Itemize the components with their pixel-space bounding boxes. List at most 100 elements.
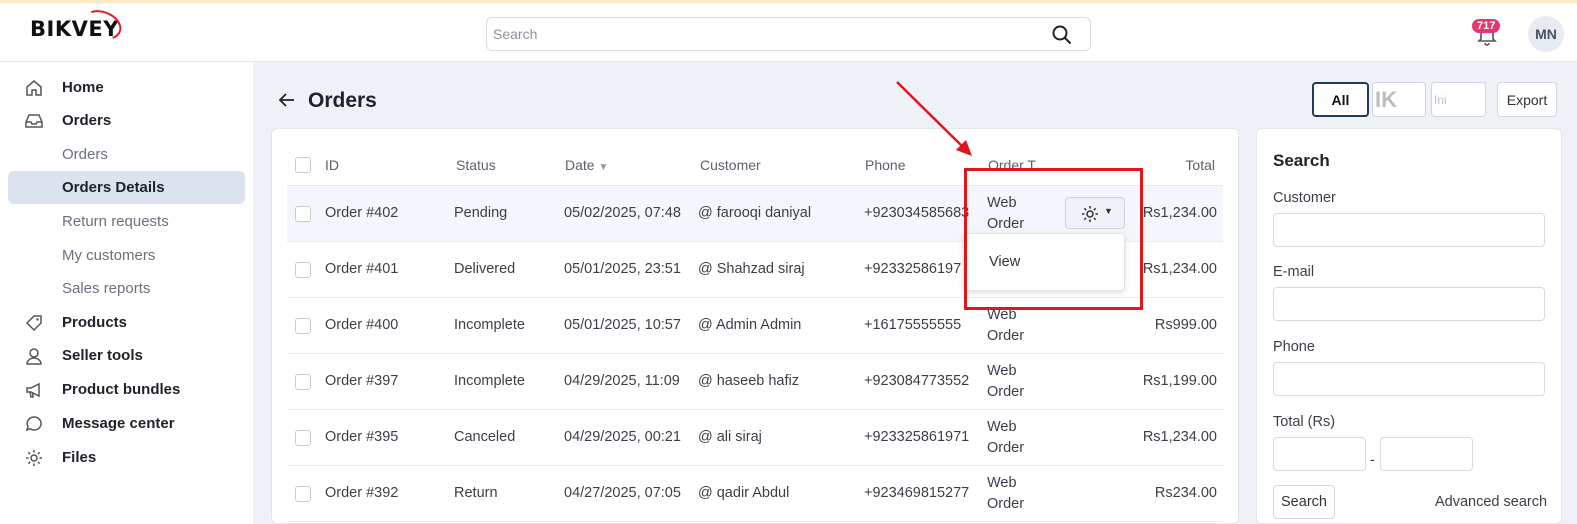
select-all-checkbox[interactable] — [295, 157, 311, 173]
total-min-field[interactable] — [1273, 437, 1366, 471]
order-status: Incomplete — [454, 317, 525, 333]
order-status: Return — [454, 485, 498, 501]
order-date: 04/27/2025, 07:05 — [564, 485, 681, 501]
email-label: E-mail — [1273, 264, 1315, 280]
table-row[interactable]: Order #395 Canceled 04/29/2025, 00:21 @ … — [287, 410, 1223, 466]
row-checkbox[interactable] — [295, 374, 311, 390]
inbox-icon — [24, 111, 44, 131]
order-total: Rs1,234.00 — [1142, 261, 1217, 277]
tag-icon — [24, 313, 44, 333]
order-phone: +923469815277 — [864, 485, 970, 501]
order-id[interactable]: Order #397 — [325, 373, 398, 389]
column-header-id[interactable]: ID — [325, 157, 339, 173]
order-total: Rs999.00 — [1154, 317, 1217, 333]
order-customer[interactable]: @ Admin Admin — [698, 317, 801, 333]
customer-label: Customer — [1273, 190, 1336, 206]
column-header-total[interactable]: Total — [1185, 157, 1215, 173]
order-date: 05/02/2025, 07:48 — [564, 205, 681, 221]
export-button[interactable]: Export — [1497, 82, 1557, 117]
total-max-field[interactable] — [1380, 437, 1473, 471]
sidebar-item-label: Products — [62, 314, 128, 331]
order-type-line1: Web — [987, 475, 1017, 491]
order-customer[interactable]: @ Shahzad siraj — [698, 261, 805, 277]
order-date: 04/29/2025, 11:09 — [564, 373, 680, 389]
advanced-search-link[interactable]: Advanced search — [1435, 494, 1547, 510]
order-status: Pending — [454, 205, 508, 221]
order-id[interactable]: Order #392 — [325, 485, 398, 501]
sidebar-item-orders-details[interactable]: Orders Details — [8, 171, 245, 204]
sidebar: Home Orders Orders Orders Details Return… — [0, 62, 253, 524]
chat-icon — [24, 414, 44, 434]
sidebar-item-seller-tools[interactable]: Seller tools — [8, 339, 245, 372]
order-date: 05/01/2025, 10:57 — [564, 317, 681, 333]
order-id[interactable]: Order #400 — [325, 317, 398, 333]
sidebar-item-products[interactable]: Products — [8, 306, 245, 339]
order-customer[interactable]: @ ali siraj — [698, 429, 762, 445]
sidebar-item-label: Orders Details — [62, 179, 165, 196]
filter-k-button[interactable]: IK — [1372, 82, 1426, 117]
row-checkbox[interactable] — [295, 318, 311, 334]
sidebar-item-label: Home — [62, 79, 104, 96]
order-customer[interactable]: @ qadir Abdul — [698, 485, 789, 501]
row-checkbox[interactable] — [295, 262, 311, 278]
sidebar-item-orders[interactable]: Orders — [8, 104, 245, 137]
order-id[interactable]: Order #401 — [325, 261, 398, 277]
order-type-line2: Order — [987, 384, 1025, 400]
sidebar-item-label: My customers — [62, 247, 156, 264]
filter-panel-title: Search — [1273, 151, 1330, 170]
order-total: Rs1,234.00 — [1142, 205, 1217, 221]
sidebar-item-message-center[interactable]: Message center — [8, 407, 245, 440]
sidebar-item-orders-list[interactable]: Orders — [8, 138, 245, 171]
page-title: Orders — [308, 89, 377, 112]
order-customer[interactable]: @ haseeb hafiz — [698, 373, 799, 389]
order-type: Web Order — [987, 417, 1024, 459]
megaphone-icon — [24, 380, 44, 400]
phone-field[interactable] — [1273, 362, 1545, 396]
order-status: Canceled — [454, 429, 516, 445]
sidebar-item-label: Files — [62, 449, 97, 466]
column-header-customer[interactable]: Customer — [700, 157, 761, 173]
sidebar-item-sales-reports[interactable]: Sales reports — [8, 272, 245, 305]
table-row[interactable]: Order #397 Incomplete 04/29/2025, 11:09 … — [287, 354, 1223, 410]
logo[interactable]: BIKVEY — [30, 5, 126, 45]
row-checkbox[interactable] — [295, 430, 311, 446]
column-header-date[interactable]: Date ▼ — [565, 157, 608, 173]
customer-field[interactable] — [1273, 213, 1545, 247]
order-phone: +923034585683 — [864, 205, 970, 221]
order-phone: +16175555555 — [864, 317, 962, 333]
filter-ini-button[interactable]: Ini — [1431, 82, 1486, 117]
order-id[interactable]: Order #395 — [325, 429, 398, 445]
avatar[interactable]: MN — [1528, 16, 1564, 52]
sidebar-item-label: Message center — [62, 415, 175, 432]
filter-all-button[interactable]: All — [1312, 82, 1369, 117]
order-id[interactable]: Order #402 — [325, 205, 398, 221]
sidebar-item-label: Sales reports — [62, 280, 151, 297]
sidebar-item-home[interactable]: Home — [8, 71, 245, 104]
highlight-box — [964, 168, 1143, 310]
email-field[interactable] — [1273, 287, 1545, 321]
column-header-status[interactable]: Status — [456, 157, 496, 173]
search-button[interactable]: Search — [1273, 485, 1335, 519]
order-type: Web Order — [987, 473, 1024, 515]
order-type-line1: Web — [987, 419, 1017, 435]
back-arrow-icon[interactable] — [277, 90, 297, 115]
sidebar-item-files[interactable]: Files — [8, 441, 245, 474]
search-icon[interactable] — [1052, 25, 1072, 50]
phone-label: Phone — [1273, 339, 1315, 355]
row-checkbox[interactable] — [295, 206, 311, 222]
sidebar-item-product-bundles[interactable]: Product bundles — [8, 373, 245, 406]
sidebar-item-my-customers[interactable]: My customers — [8, 239, 245, 272]
order-customer[interactable]: @ farooqi daniyal — [698, 205, 811, 221]
sidebar-item-return-requests[interactable]: Return requests — [8, 205, 245, 238]
search-input[interactable] — [493, 24, 1033, 44]
row-checkbox[interactable] — [295, 486, 311, 502]
sidebar-item-label: Orders — [62, 112, 112, 129]
table-row[interactable]: Order #392 Return 04/27/2025, 07:05 @ qa… — [287, 466, 1223, 522]
range-separator: - — [1370, 451, 1375, 467]
order-type-line1: Web — [987, 363, 1017, 379]
order-phone: +92332586197 — [864, 261, 962, 277]
total-label: Total (Rs) — [1273, 414, 1336, 430]
sidebar-item-label: Return requests — [62, 213, 169, 230]
sidebar-item-label: Orders — [62, 146, 108, 163]
search-filter-panel: Search Customer E-mail Phone Total (Rs) … — [1256, 128, 1562, 524]
